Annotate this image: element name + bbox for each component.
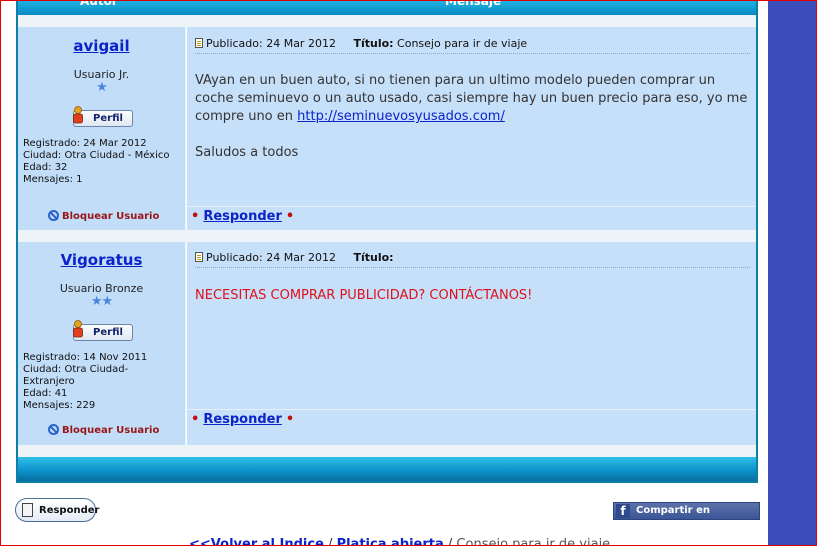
post-body: VAyan en un buen auto, si no tienen para…: [195, 72, 750, 162]
new-reply-button[interactable]: Responder: [15, 498, 100, 522]
post-meta: Publicado: 24 Mar 2012 Título:: [195, 249, 750, 268]
post-1: avigail Usuario Jr. ★ Perfil Registrado:…: [18, 27, 756, 230]
post-meta: Publicado: 24 Mar 2012 Título: Consejo p…: [195, 35, 750, 54]
post-closing: Saludos a todos: [195, 145, 299, 160]
reply-bar: • Responder •: [187, 409, 756, 430]
person-icon: [73, 106, 83, 124]
post-2: Vigoratus Usuario Bronze ★★ Perfil Regis…: [18, 242, 756, 445]
document-icon: [195, 38, 203, 48]
forum-link[interactable]: Platica abierta: [337, 537, 444, 545]
facebook-share-button[interactable]: f Compartir en Facebook: [613, 502, 760, 532]
body-link[interactable]: http://seminuevosyusados.com/: [297, 109, 505, 124]
right-sidebar: [768, 1, 816, 545]
author-column-header: Autor: [80, 0, 118, 8]
forum-table: Autor Mensaje avigail Usuario Jr. ★ Perf…: [16, 1, 758, 483]
header-spacer: [18, 15, 756, 27]
bullet: •: [191, 412, 200, 427]
profile-label: Perfil: [93, 113, 123, 124]
facebook-share-label: Compartir en Facebook: [636, 505, 710, 532]
breadcrumb: <<Volver al Indice / Platica abierta / C…: [189, 537, 611, 546]
title-label: Título:: [353, 37, 394, 50]
user-info: Registrado: 24 Mar 2012 Ciudad: Otra Ciu…: [23, 138, 183, 186]
document-icon: [195, 252, 203, 262]
block-user-label: Bloquear Usuario: [62, 425, 160, 436]
user-age: Edad: 41: [23, 388, 68, 399]
post-body: NECESITAS COMPRAR PUBLICIDAD? CONTÁCTANO…: [195, 288, 533, 303]
author-name-link[interactable]: avigail: [18, 37, 185, 55]
author-name-link[interactable]: Vigoratus: [18, 251, 185, 269]
reply-link[interactable]: Responder: [203, 209, 282, 224]
page-frame: Autor Mensaje avigail Usuario Jr. ★ Perf…: [0, 0, 817, 546]
rank-stars-icon: ★★: [90, 294, 113, 309]
user-city: Ciudad: Otra Ciudad - México: [23, 150, 170, 161]
registered-date: Registrado: 14 Nov 2011: [23, 352, 148, 363]
reply-bar: • Responder •: [187, 206, 756, 227]
back-to-index-link[interactable]: <<Volver al Indice: [189, 537, 324, 545]
block-icon: [48, 210, 59, 221]
reply-link[interactable]: Responder: [203, 412, 282, 427]
bullet: •: [285, 209, 295, 224]
facebook-icon: f: [616, 504, 630, 518]
user-info: Registrado: 14 Nov 2011 Ciudad: Otra Ciu…: [23, 352, 183, 412]
message-column-header: Mensaje: [445, 0, 502, 8]
current-topic: Consejo para ir de viaje: [456, 537, 611, 546]
breadcrumb-separator: /: [328, 537, 333, 546]
user-age: Edad: 32: [23, 162, 68, 173]
post-separator: [18, 445, 756, 457]
title-label: Título:: [353, 251, 394, 264]
notepad-icon: [22, 503, 33, 517]
block-user-label: Bloquear Usuario: [62, 211, 160, 222]
table-header: Autor Mensaje: [18, 1, 756, 15]
block-user-link[interactable]: Bloquear Usuario: [48, 210, 159, 222]
post-separator: [18, 230, 756, 242]
message-count: Mensajes: 1: [23, 174, 83, 185]
post-title: Consejo para ir de viaje: [397, 37, 528, 50]
published-date: Publicado: 24 Mar 2012: [206, 251, 336, 264]
profile-label: Perfil: [93, 327, 123, 338]
rank-stars-icon: ★: [96, 80, 108, 95]
message-count: Mensajes: 229: [23, 400, 96, 411]
profile-button[interactable]: Perfil: [73, 320, 133, 341]
profile-button[interactable]: Perfil: [73, 106, 133, 127]
breadcrumb-separator: /: [447, 537, 453, 546]
block-icon: [48, 424, 59, 435]
new-reply-label: Responder: [39, 505, 100, 516]
bullet: •: [191, 209, 200, 224]
author-cell: Vigoratus Usuario Bronze ★★ Perfil Regis…: [18, 242, 186, 445]
user-city: Ciudad: Otra Ciudad- Extranjero: [23, 364, 129, 387]
message-cell: Publicado: 24 Mar 2012 Título: Consejo p…: [187, 27, 756, 230]
table-footer-bar: [18, 457, 756, 481]
registered-date: Registrado: 24 Mar 2012: [23, 138, 147, 149]
person-icon: [73, 320, 83, 338]
author-cell: avigail Usuario Jr. ★ Perfil Registrado:…: [18, 27, 186, 230]
block-user-link[interactable]: Bloquear Usuario: [48, 424, 159, 436]
bullet: •: [285, 412, 295, 427]
message-cell: Publicado: 24 Mar 2012 Título: NECESITAS…: [187, 242, 756, 445]
published-date: Publicado: 24 Mar 2012: [206, 37, 336, 50]
